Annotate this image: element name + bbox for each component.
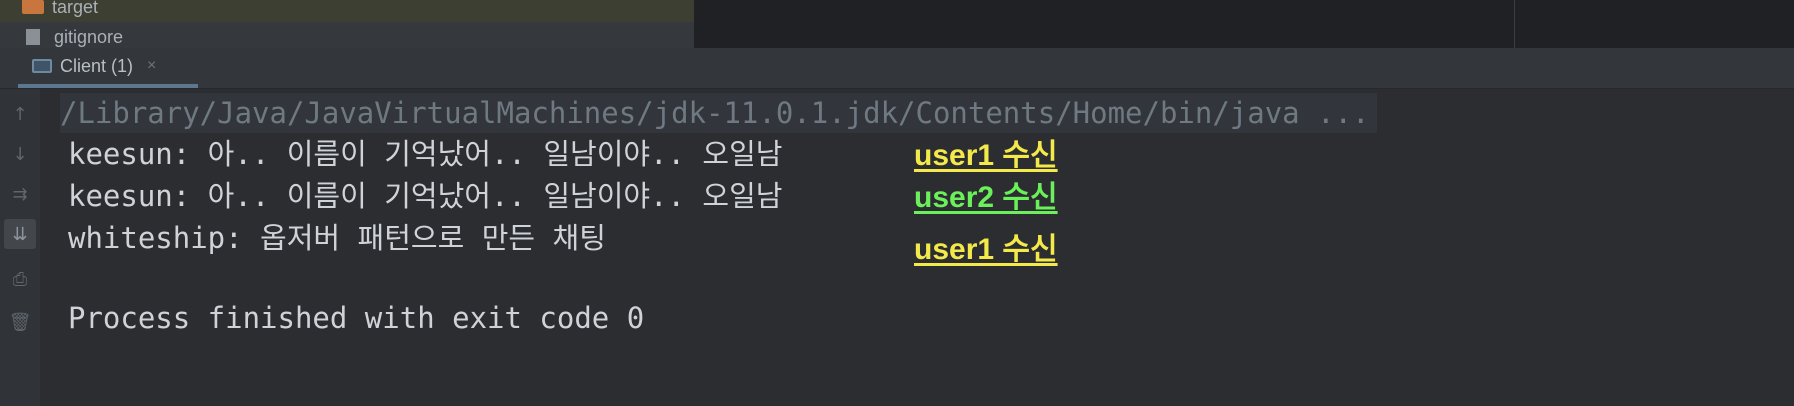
editor-area xyxy=(694,0,1794,48)
trash-icon[interactable]: 🗑 xyxy=(4,307,36,337)
run-tool-window-header: Client (1) × xyxy=(0,48,1794,89)
console-line: whiteship: 옵저버 패턴으로 만든 채팅 xyxy=(68,221,606,255)
scroll-up-icon[interactable]: ↑ xyxy=(4,99,36,129)
console-icon xyxy=(32,59,52,73)
soft-wrap-icon[interactable]: ⇉ xyxy=(4,179,36,209)
java-command-line: /Library/Java/JavaVirtualMachines/jdk-11… xyxy=(60,93,1378,133)
tree-item-label: gitignore xyxy=(54,26,124,47)
tab-label: Client (1) xyxy=(60,55,134,76)
tree-item-target[interactable]: target xyxy=(22,0,98,18)
close-icon[interactable]: × xyxy=(147,57,156,75)
console-line: keesun: 아.. 이름이 기억났어.. 일남이야.. 오일남 xyxy=(68,179,783,213)
file-icon xyxy=(26,29,40,45)
run-toolbar: ↑ ↓ ⇉ ⇊ ⎙ 🗑 xyxy=(0,89,40,406)
annotation-user2: user2 수신 xyxy=(914,181,1058,214)
scroll-down-icon[interactable]: ↓ xyxy=(4,139,36,169)
tree-selection-bar xyxy=(0,0,694,22)
process-finished-line: Process finished with exit code 0 xyxy=(68,301,645,335)
scroll-to-end-icon[interactable]: ⇊ xyxy=(4,219,36,249)
console-line: keesun: 아.. 이름이 기억났어.. 일남이야.. 오일남 xyxy=(68,137,783,171)
project-tree: target gitignore xyxy=(0,0,694,48)
folder-icon xyxy=(22,0,44,14)
tree-item-gitignore[interactable]: gitignore xyxy=(22,26,123,48)
tab-client-run[interactable]: Client (1) × xyxy=(18,48,198,88)
editor-divider xyxy=(1514,0,1515,48)
tree-item-label: target xyxy=(52,0,99,17)
annotation-user1: user1 수신 xyxy=(914,233,1058,266)
annotation-user1: user1 수신 xyxy=(914,139,1058,172)
print-icon[interactable]: ⎙ xyxy=(4,264,36,294)
